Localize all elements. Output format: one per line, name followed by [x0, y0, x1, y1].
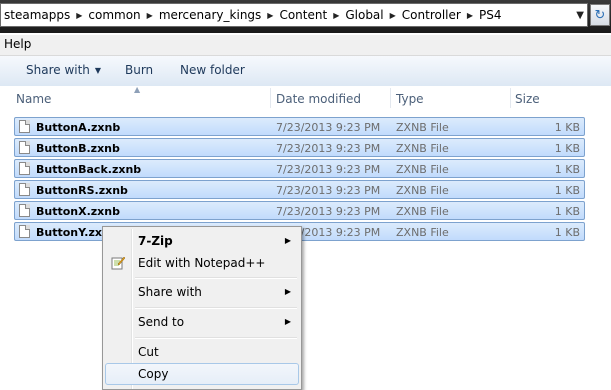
file-row[interactable]: ButtonX.zxnb 7/23/2013 9:23 PM ZXNB File… — [14, 201, 585, 220]
submenu-arrow-icon: ▶ — [284, 236, 291, 245]
submenu-arrow-icon: ▶ — [284, 317, 291, 326]
file-type: ZXNB File — [396, 226, 449, 239]
file-date-modified: 7/23/2013 9:23 PM — [276, 205, 381, 218]
file-row[interactable]: ButtonBack.zxnb 7/23/2013 9:23 PM ZXNB F… — [14, 159, 585, 178]
file-type: ZXNB File — [396, 205, 449, 218]
context-menu-separator — [135, 277, 297, 279]
context-item-label: 7-Zip — [138, 234, 173, 248]
file-type: ZXNB File — [396, 184, 449, 197]
breadcrumb-chevron-icon[interactable]: ▶ — [73, 11, 85, 20]
address-bar-strip: steamapps ▶ common ▶ mercenary_kings ▶ C… — [0, 0, 611, 33]
breadcrumb-global[interactable]: Global — [342, 8, 386, 22]
file-icon — [19, 120, 30, 133]
breadcrumb-chevron-icon[interactable]: ▶ — [464, 11, 476, 20]
notepad-plus-plus-icon — [111, 256, 125, 270]
context-menu: 7-Zip ▶ Edit with Notepad++ Share with ▶… — [102, 226, 302, 390]
menu-bar: Help — [0, 35, 611, 56]
breadcrumb-mercenary-kings[interactable]: mercenary_kings — [156, 8, 264, 22]
file-type: ZXNB File — [396, 121, 449, 134]
context-item-send-to[interactable]: Send to ▶ — [105, 311, 299, 333]
menu-help[interactable]: Help — [4, 37, 31, 51]
file-size: 1 KB — [554, 121, 580, 134]
column-header-type[interactable]: Type — [396, 92, 424, 106]
submenu-arrow-icon: ▶ — [284, 287, 291, 296]
breadcrumb-common[interactable]: common — [85, 8, 143, 22]
file-icon — [19, 141, 30, 154]
refresh-icon: ↻ — [594, 7, 606, 23]
context-item-7zip[interactable]: 7-Zip ▶ — [105, 230, 299, 252]
context-menu-separator — [135, 307, 297, 309]
column-divider[interactable] — [390, 88, 391, 108]
context-item-label: Cut — [138, 345, 159, 359]
column-divider[interactable] — [510, 88, 511, 108]
file-size: 1 KB — [554, 163, 580, 176]
file-date-modified: 7/23/2013 9:23 PM — [276, 121, 381, 134]
file-size: 1 KB — [554, 226, 580, 239]
context-item-share-with[interactable]: Share with ▶ — [105, 281, 299, 303]
column-header-name[interactable]: Name — [16, 92, 51, 106]
new-folder-button[interactable]: New folder — [180, 63, 245, 77]
context-menu-separator — [135, 337, 297, 339]
file-name: ButtonB.zxnb — [36, 142, 120, 155]
file-date-modified: 7/23/2013 9:23 PM — [276, 184, 381, 197]
file-type: ZXNB File — [396, 142, 449, 155]
file-icon — [19, 183, 30, 196]
context-item-label: Send to — [138, 315, 185, 329]
breadcrumb-controller[interactable]: Controller — [399, 8, 464, 22]
file-date-modified: 7/23/2013 9:23 PM — [276, 142, 381, 155]
column-header-date-modified[interactable]: Date modified — [276, 92, 361, 106]
context-item-label: Copy — [138, 367, 169, 381]
refresh-button[interactable]: ↻ — [590, 4, 610, 26]
address-breadcrumb-field[interactable]: steamapps ▶ common ▶ mercenary_kings ▶ C… — [0, 3, 588, 27]
command-toolbar: Share with ▼ Burn New folder — [0, 56, 611, 87]
breadcrumb-chevron-icon[interactable]: ▶ — [330, 11, 342, 20]
breadcrumb-steamapps[interactable]: steamapps — [1, 8, 73, 22]
file-date-modified: 7/23/2013 9:23 PM — [276, 163, 381, 176]
breadcrumb-chevron-icon[interactable]: ▶ — [387, 11, 399, 20]
context-item-cut[interactable]: Cut — [105, 341, 299, 363]
sort-ascending-icon: ▲ — [134, 85, 141, 94]
context-item-edit-notepad[interactable]: Edit with Notepad++ — [105, 252, 299, 274]
file-size: 1 KB — [554, 184, 580, 197]
file-row[interactable]: ButtonRS.zxnb 7/23/2013 9:23 PM ZXNB Fil… — [14, 180, 585, 199]
file-size: 1 KB — [554, 205, 580, 218]
file-icon — [19, 225, 30, 238]
share-with-label: Share with — [26, 63, 90, 77]
file-type: ZXNB File — [396, 163, 449, 176]
context-item-copy[interactable]: Copy — [105, 363, 299, 385]
file-name: ButtonA.zxnb — [36, 121, 121, 134]
chevron-down-icon[interactable]: ▼ — [576, 10, 584, 21]
column-divider[interactable] — [270, 88, 271, 108]
file-name: ButtonBack.zxnb — [36, 163, 142, 176]
context-item-label: Share with — [138, 285, 202, 299]
file-size: 1 KB — [554, 142, 580, 155]
burn-button[interactable]: Burn — [125, 63, 153, 77]
file-name: ButtonX.zxnb — [36, 205, 120, 218]
breadcrumb-chevron-icon[interactable]: ▶ — [144, 11, 156, 20]
breadcrumb-content[interactable]: Content — [276, 8, 330, 22]
file-row[interactable]: ButtonA.zxnb 7/23/2013 9:23 PM ZXNB File… — [14, 117, 585, 136]
breadcrumb-chevron-icon[interactable]: ▶ — [264, 11, 276, 20]
column-header-row: ▲ Name Date modified Type Size — [0, 85, 611, 110]
chevron-down-icon: ▼ — [94, 66, 102, 75]
share-with-button[interactable]: Share with ▼ — [26, 63, 101, 77]
column-header-size[interactable]: Size — [515, 92, 540, 106]
breadcrumb-ps4[interactable]: PS4 — [476, 8, 505, 22]
file-name: ButtonRS.zxnb — [36, 184, 128, 197]
file-icon — [19, 204, 30, 217]
context-item-label: Edit with Notepad++ — [138, 256, 266, 270]
file-row[interactable]: ButtonB.zxnb 7/23/2013 9:23 PM ZXNB File… — [14, 138, 585, 157]
file-icon — [19, 162, 30, 175]
